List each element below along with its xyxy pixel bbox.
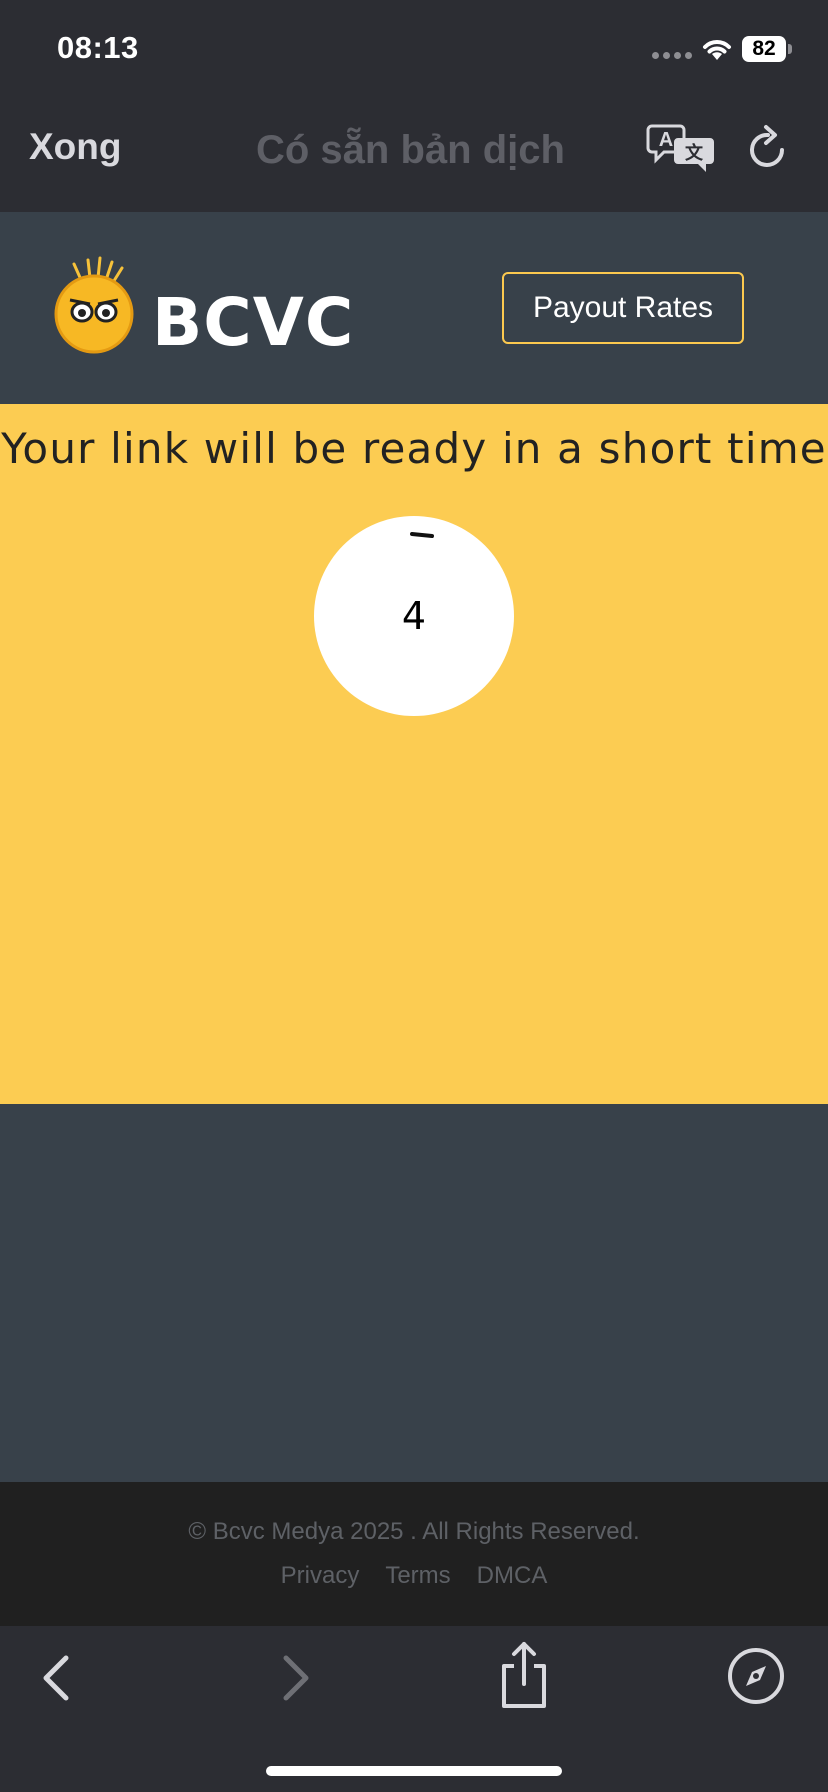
chevron-right-icon[interactable] bbox=[276, 1650, 316, 1706]
battery-level: 82 bbox=[752, 37, 776, 60]
home-indicator bbox=[266, 1766, 562, 1776]
status-time: 08:13 bbox=[57, 30, 139, 65]
content-area bbox=[0, 1104, 828, 1482]
dmca-link[interactable]: DMCA bbox=[477, 1562, 548, 1590]
svg-text:A: A bbox=[659, 129, 673, 151]
done-button[interactable]: Xong bbox=[29, 126, 121, 168]
cellular-signal-icon bbox=[652, 52, 692, 59]
payout-rates-button[interactable]: Payout Rates bbox=[502, 272, 744, 344]
terms-link[interactable]: Terms bbox=[385, 1562, 450, 1590]
logo-text: BCVC bbox=[152, 284, 355, 361]
compass-icon[interactable] bbox=[726, 1646, 786, 1706]
wifi-icon bbox=[703, 40, 731, 60]
privacy-link[interactable]: Privacy bbox=[281, 1562, 360, 1590]
headline: Your link will be ready in a short time bbox=[1, 424, 827, 473]
countdown-timer: 4 bbox=[314, 516, 514, 716]
site-header: BCVC Payout Rates bbox=[0, 212, 828, 404]
footer-links: Privacy Terms DMCA bbox=[0, 1562, 828, 1590]
bcvc-logo[interactable] bbox=[52, 254, 152, 354]
site-footer: © Bcvc Medya 2025 . All Rights Reserved.… bbox=[0, 1482, 828, 1626]
countdown-progress-arc bbox=[410, 532, 434, 538]
battery-icon: 82 bbox=[742, 36, 792, 62]
chevron-left-icon[interactable] bbox=[36, 1650, 76, 1706]
copyright-text: © Bcvc Medya 2025 . All Rights Reserved. bbox=[188, 1518, 640, 1545]
svg-text:文: 文 bbox=[685, 142, 704, 163]
nav-title: Có sẵn bản dịch bbox=[256, 128, 565, 172]
main-content: Your link will be ready in a short time … bbox=[0, 404, 828, 1104]
translate-icon[interactable]: A 文 bbox=[646, 122, 718, 174]
browser-nav-bar: Xong Có sẵn bản dịch A 文 bbox=[0, 96, 828, 212]
status-bar: 08:13 82 bbox=[0, 0, 828, 96]
share-icon[interactable] bbox=[494, 1640, 554, 1710]
browser-toolbar bbox=[0, 1626, 828, 1792]
reload-icon[interactable] bbox=[746, 124, 790, 172]
